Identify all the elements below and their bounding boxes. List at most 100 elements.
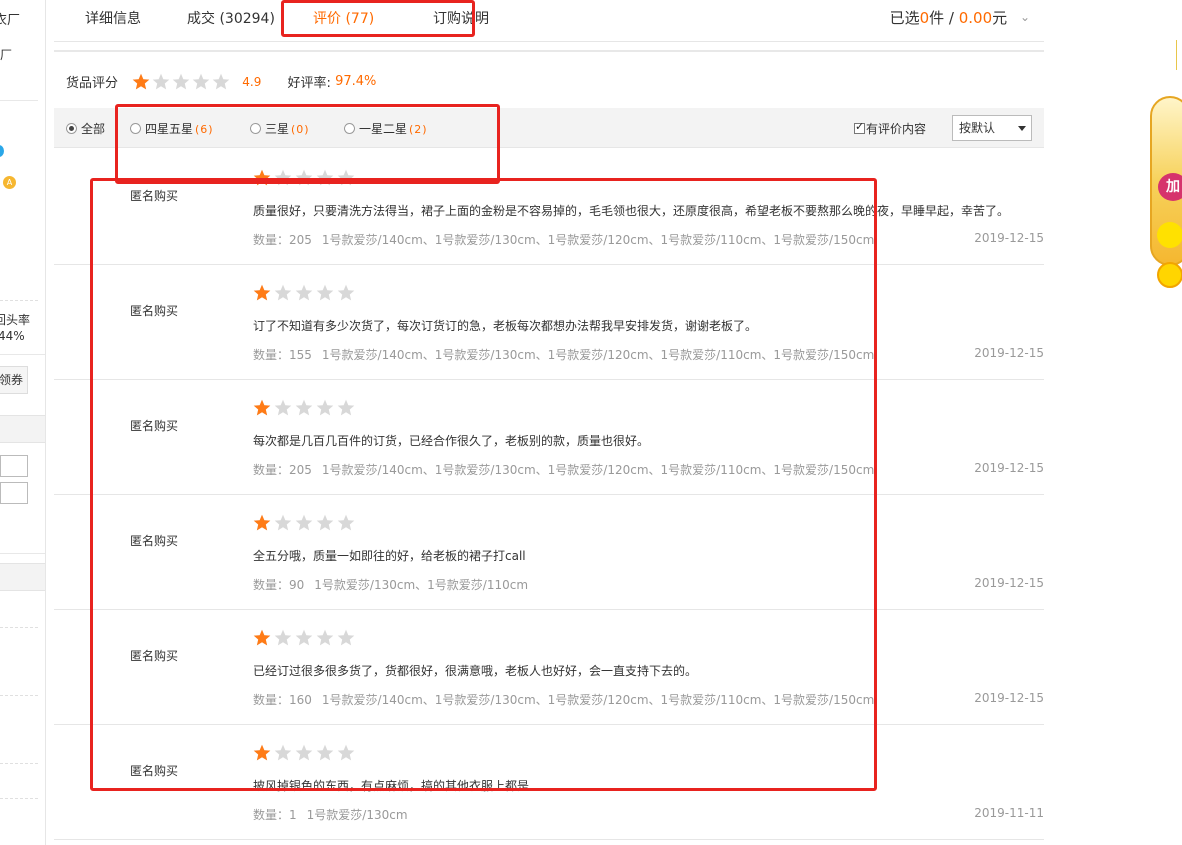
radio-icon bbox=[344, 123, 355, 134]
review-date: 2019-12-15 bbox=[974, 691, 1044, 705]
rating-score: 4.9 bbox=[242, 74, 262, 89]
cart-count: 0 bbox=[919, 9, 930, 27]
good-rate-label: 好评率: bbox=[287, 76, 331, 91]
cart-mid: 件 / bbox=[929, 9, 954, 27]
review-specs: 1号款爱莎/140cm、1号款爱莎/130cm、1号款爱莎/120cm、1号款爱… bbox=[321, 233, 875, 247]
divider bbox=[54, 50, 1044, 52]
filter-count: (2) bbox=[409, 123, 428, 136]
review-stars-icon bbox=[253, 629, 355, 647]
tab-order-info[interactable]: 订购说明 bbox=[433, 8, 489, 28]
coupon-label: 领券 bbox=[0, 373, 24, 387]
tab-details[interactable]: 详细信息 bbox=[85, 8, 141, 28]
filter-count: (6) bbox=[195, 123, 214, 136]
sort-value: 按默认 bbox=[959, 121, 996, 135]
rating-stars-icon bbox=[132, 73, 230, 91]
review-meta: 数量：160 1号款爱莎/140cm、1号款爱莎/130cm、1号款爱莎/120c… bbox=[253, 691, 874, 708]
promo-string bbox=[1176, 40, 1177, 70]
review-meta: 数量：155 1号款爱莎/140cm、1号款爱莎/130cm、1号款爱莎/120c… bbox=[253, 346, 874, 363]
review-stars-icon bbox=[253, 169, 355, 187]
review-text: 已经订过很多很多货了，货都很好，很满意哦，老板人也好好，会一直支持下去的。 bbox=[253, 664, 698, 678]
review-meta: 数量：205 1号款爱莎/140cm、1号款爱莎/130cm、1号款爱莎/120c… bbox=[253, 461, 874, 478]
review-specs: 1号款爱莎/140cm、1号款爱莎/130cm、1号款爱莎/120cm、1号款爱… bbox=[321, 693, 875, 707]
filter-label: 四星五星 bbox=[145, 122, 194, 136]
detail-tab-bar: 详细信息 成交 (30294) 评价 (77) 订购说明 已选0件 / 0.00… bbox=[54, 0, 1044, 42]
rating-label: 货品评分 bbox=[66, 76, 119, 91]
has-content-checkbox[interactable]: 有评价内容 bbox=[854, 120, 926, 137]
review-user: 匿名购买 bbox=[130, 764, 179, 778]
review-item: 匿名购买 披风掉银色的东西，有点麻烦，搞的其他衣服上都是 数量：1 1号款爱莎/1… bbox=[54, 725, 1044, 840]
filter-label: 一星二星 bbox=[359, 122, 408, 136]
coupon-button[interactable]: 领券 bbox=[0, 366, 28, 394]
filter-count: (0) bbox=[291, 123, 310, 136]
sort-select[interactable]: 按默认 bbox=[952, 115, 1032, 141]
review-text: 订了不知道有多少次货了，每次订货订的急，老板每次都想办法帮我早安排发货，谢谢老板… bbox=[253, 319, 758, 333]
divider bbox=[0, 354, 45, 355]
review-date: 2019-12-15 bbox=[974, 346, 1044, 360]
sidebar-section-header-2 bbox=[0, 563, 45, 591]
cart-summary[interactable]: 已选0件 / 0.00元 ⌄ bbox=[890, 7, 1030, 28]
review-user: 匿名购买 bbox=[130, 534, 179, 548]
side-promo-widget[interactable]: 加 bbox=[1150, 40, 1182, 300]
checkbox-checked-icon bbox=[854, 120, 865, 134]
divider bbox=[0, 553, 45, 554]
filter-all-radio[interactable]: 全部 bbox=[66, 120, 105, 137]
good-rate-value: 97.4% bbox=[335, 74, 377, 89]
review-user: 匿名购买 bbox=[130, 419, 179, 433]
review-user: 匿名购买 bbox=[130, 649, 179, 663]
review-text: 质量很好，只要清洗方法得当，裙子上面的金粉是不容易掉的，毛毛领也很大，还原度很高… bbox=[253, 204, 1010, 218]
filter-all-label: 全部 bbox=[81, 122, 106, 136]
review-qty: 数量：155 bbox=[253, 348, 312, 362]
price-min-input[interactable] bbox=[0, 455, 28, 477]
divider bbox=[0, 627, 38, 628]
sidebar-section-header bbox=[0, 415, 45, 443]
review-user: 匿名购买 bbox=[130, 189, 179, 203]
review-meta: 数量：1 1号款爱莎/130cm bbox=[253, 806, 408, 823]
review-date: 2019-12-15 bbox=[974, 461, 1044, 475]
filter-4-5-star-radio[interactable]: 四星五星 (6) bbox=[130, 120, 214, 137]
review-filter-bar: 全部 四星五星(6) 三星(0) 一星二星(2) 有评价内容 按默认 bbox=[54, 108, 1044, 148]
review-qty: 数量：1 bbox=[253, 808, 297, 822]
divider bbox=[0, 100, 38, 101]
review-stars-icon bbox=[253, 284, 355, 302]
review-item: 匿名购买 订了不知道有多少次货了，每次订货订的急，老板每次都想办法帮我早安排发货… bbox=[54, 265, 1044, 380]
promo-coin-icon bbox=[1157, 222, 1182, 248]
review-meta: 数量：90 1号款爱莎/130cm、1号款爱莎/110cm bbox=[253, 576, 528, 593]
promo-add-icon: 加 bbox=[1158, 173, 1182, 201]
radio-selected-icon bbox=[66, 123, 77, 134]
divider bbox=[0, 695, 38, 696]
has-content-label: 有评价内容 bbox=[866, 122, 927, 136]
review-date: 2019-12-15 bbox=[974, 231, 1044, 245]
review-item: 匿名购买 质量很好，只要清洗方法得当，裙子上面的金粉是不容易掉的，毛毛领也很大，… bbox=[54, 150, 1044, 265]
chevron-down-icon: ⌄ bbox=[1019, 10, 1030, 24]
review-meta: 数量：205 1号款爱莎/140cm、1号款爱莎/130cm、1号款爱莎/120c… bbox=[253, 231, 874, 248]
review-stars-icon bbox=[253, 399, 355, 417]
review-qty: 数量：160 bbox=[253, 693, 312, 707]
filter-3-star-radio[interactable]: 三星 (0) bbox=[250, 120, 310, 137]
radio-icon bbox=[250, 123, 261, 134]
cart-amount: 0.00 bbox=[958, 9, 993, 27]
repurchase-rate-label: 回头率 bbox=[0, 313, 31, 327]
filter-label: 三星 bbox=[265, 122, 290, 136]
radio-icon bbox=[130, 123, 141, 134]
divider bbox=[0, 300, 38, 301]
rating-summary: 货品评分 4.9 好评率: 97.4% bbox=[66, 72, 376, 92]
shop-icon bbox=[0, 145, 4, 157]
left-sidebar: 衣厂 厂 A 回头率 44% 领券 bbox=[0, 0, 46, 845]
tab-transactions[interactable]: 成交 (30294) bbox=[187, 8, 275, 28]
filter-1-2-star-radio[interactable]: 一星二星 (2) bbox=[344, 120, 428, 137]
review-item: 匿名购买 已经订过很多很多货了，货都很好，很满意哦，老板人也好好，会一直支持下去… bbox=[54, 610, 1044, 725]
repurchase-rate-value: 44% bbox=[0, 329, 25, 343]
review-specs: 1号款爱莎/130cm、1号款爱莎/110cm bbox=[314, 578, 529, 592]
review-stars-icon bbox=[253, 744, 355, 762]
review-text: 披风掉银色的东西，有点麻烦，搞的其他衣服上都是 bbox=[253, 779, 530, 793]
review-date: 2019-11-11 bbox=[974, 806, 1044, 820]
review-specs: 1号款爱莎/130cm bbox=[306, 808, 408, 822]
review-qty: 数量：205 bbox=[253, 233, 312, 247]
tab-reviews[interactable]: 评价 (77) bbox=[313, 8, 374, 28]
divider bbox=[0, 763, 38, 764]
review-user: 匿名购买 bbox=[130, 304, 179, 318]
shop-name-fragment-2: 厂 bbox=[0, 48, 13, 62]
review-date: 2019-12-15 bbox=[974, 576, 1044, 590]
price-max-input[interactable] bbox=[0, 482, 28, 504]
review-stars-icon bbox=[253, 514, 355, 532]
